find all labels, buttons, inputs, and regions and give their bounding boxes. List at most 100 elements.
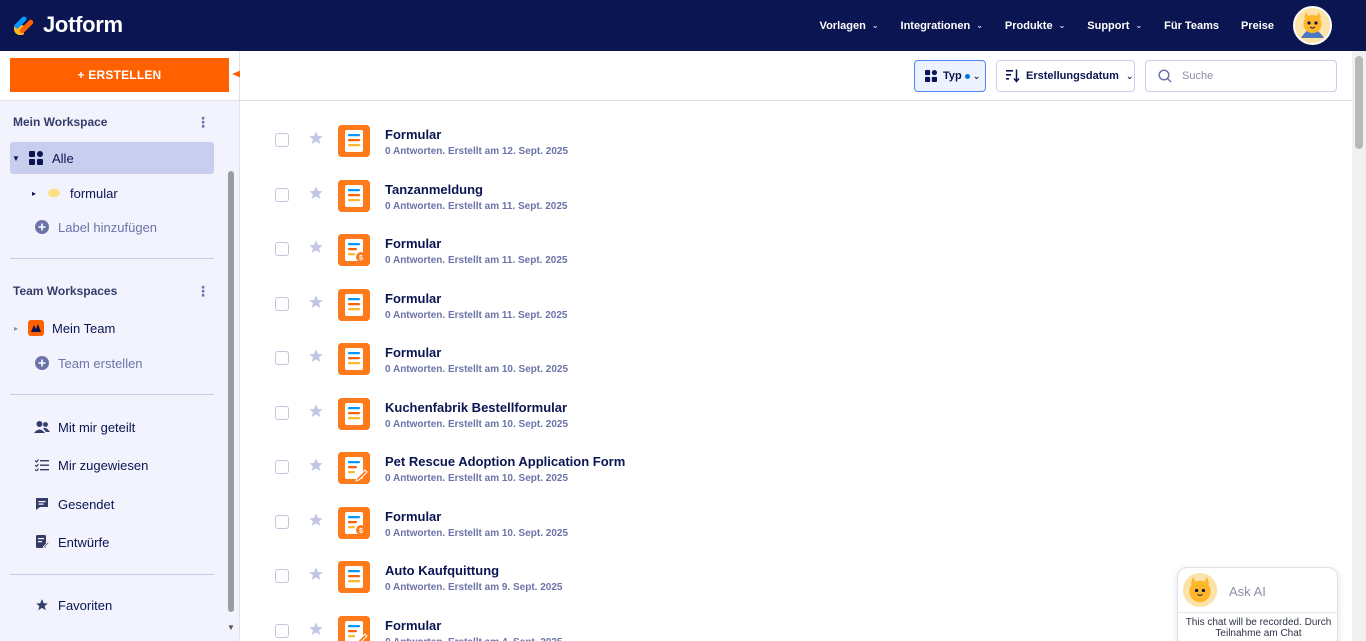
sidebar-scrollbar-thumb[interactable] — [228, 171, 234, 612]
search-input[interactable] — [1182, 70, 1322, 82]
select-checkbox[interactable] — [275, 133, 289, 147]
form-form-icon — [338, 561, 370, 593]
form-title[interactable]: Formular — [385, 291, 441, 306]
select-checkbox[interactable] — [275, 460, 289, 474]
select-checkbox[interactable] — [275, 514, 289, 529]
favorite-star-icon[interactable] — [308, 185, 324, 201]
form-title[interactable]: Formular — [385, 236, 441, 251]
nav-fuer-teams[interactable]: Für Teams — [1164, 20, 1219, 32]
form-list-item[interactable]: Kuchenfabrik Bestellformular 0 Antworten.… — [240, 374, 1352, 430]
form-list-item[interactable]: Formular 0 Antworten. Erstellt am 11. Sep… — [240, 265, 1352, 321]
type-filter-label: Typ — [943, 70, 962, 82]
sidebar-item-label: Alle — [52, 150, 74, 166]
sidebar-item-assigned-to-me[interactable]: Mir zugewiesen — [28, 449, 214, 481]
select-checkbox[interactable] — [275, 569, 289, 583]
sidebar-item-label: Mir zugewiesen — [58, 457, 149, 473]
favorite-star-icon[interactable] — [308, 239, 324, 255]
select-checkbox[interactable] — [275, 296, 289, 311]
divider — [1178, 612, 1337, 613]
page-scrollbar[interactable] — [1352, 51, 1366, 641]
form-form-icon — [338, 343, 370, 375]
sidebar-item-favorites[interactable]: Favoriten — [28, 589, 214, 621]
list-toolbar: Typ ⌄ Erstellungsdatum ⌄ — [240, 51, 1352, 101]
create-area: + ERSTELLEN — [0, 51, 239, 101]
add-label-text: Label hinzufügen — [58, 219, 158, 235]
caret-right-icon[interactable]: ▸ — [10, 324, 22, 333]
top-bar: Jotform Vorlagen ⌄ Integrationen ⌄ Produkt… — [0, 0, 1366, 51]
form-title[interactable]: Auto Kaufquittung — [385, 563, 499, 578]
scroll-down-arrow-icon[interactable]: ▼ — [227, 623, 235, 632]
form-title[interactable]: Formular — [385, 618, 441, 633]
team-workspaces-more-icon[interactable]: ⋮ — [196, 284, 210, 298]
nav-vorlagen[interactable]: Vorlagen ⌄ — [820, 20, 879, 32]
sidebar-item-label: Entwürfe — [58, 534, 110, 550]
caret-down-icon[interactable]: ▼ — [10, 154, 22, 163]
draft-icon — [34, 534, 50, 550]
search-box[interactable] — [1145, 60, 1337, 92]
podo-mascot-icon — [1295, 8, 1330, 43]
divider — [10, 258, 214, 259]
create-team-button[interactable]: Team erstellen — [28, 347, 214, 379]
form-title[interactable]: Formular — [385, 345, 441, 360]
ask-ai-widget[interactable]: Ask AI This chat will be recorded. Durch… — [1177, 567, 1338, 641]
select-checkbox[interactable] — [275, 242, 289, 256]
select-checkbox[interactable] — [275, 405, 289, 420]
my-workspace-title: Mein Workspace — [13, 115, 108, 129]
sidebar-item-alle[interactable]: ▼ Alle — [10, 142, 214, 174]
create-button[interactable]: + ERSTELLEN — [10, 58, 229, 92]
sidebar-item-drafts[interactable]: Entwürfe — [28, 526, 214, 558]
form-list-item[interactable]: Formular 0 Antworten. Erstellt am 12. Sep… — [240, 101, 1352, 157]
brand-name: Jotform — [43, 12, 123, 37]
form-title[interactable]: Pet Rescue Adoption Application Form — [385, 454, 625, 469]
label-tag-icon — [46, 185, 62, 201]
form-list-item[interactable]: Formular 0 Antworten. Erstellt am 10. Sep… — [240, 319, 1352, 375]
payment-form-icon: $ — [338, 234, 370, 266]
sort-button[interactable]: Erstellungsdatum ⌄ — [996, 60, 1135, 92]
form-title[interactable]: Tanzanmeldung — [385, 182, 483, 197]
sidebar-item-sent[interactable]: Gesendet — [28, 488, 214, 520]
form-title[interactable]: Kuchenfabrik Bestellformular — [385, 400, 567, 415]
ai-agent-avatar — [1183, 573, 1217, 607]
form-title[interactable]: Formular — [385, 509, 441, 524]
jotform-logo[interactable]: Jotform — [12, 11, 123, 39]
favorite-star-icon[interactable] — [308, 621, 324, 637]
form-form-icon — [338, 179, 370, 212]
form-list-item[interactable]: Tanzanmeldung 0 Antworten. Erstellt am 11… — [240, 156, 1352, 212]
favorite-star-icon[interactable] — [308, 294, 324, 310]
plus-circle-icon — [34, 355, 50, 371]
favorite-star-icon[interactable] — [308, 130, 324, 146]
team-avatar-icon — [28, 320, 44, 336]
select-checkbox[interactable] — [275, 623, 289, 638]
form-list-item[interactable]: $ Formular 0 Antworten. Erstellt am 11. Se… — [240, 210, 1352, 266]
form-list-item[interactable]: $ Formular 0 Antworten. Erstellt am 10. Se… — [240, 483, 1352, 539]
type-filter-button[interactable]: Typ ⌄ — [914, 60, 986, 92]
chevron-down-icon: ⌄ — [976, 21, 983, 30]
checklist-icon — [34, 457, 50, 473]
favorite-star-icon[interactable] — [308, 512, 324, 528]
nav-preise[interactable]: Preise — [1241, 20, 1274, 32]
select-checkbox[interactable] — [275, 351, 289, 365]
form-list-item[interactable]: Pet Rescue Adoption Application Form 0 An… — [240, 428, 1352, 484]
form-title[interactable]: Formular — [385, 127, 441, 142]
chevron-down-icon: ⌄ — [972, 70, 981, 81]
user-avatar[interactable] — [1293, 6, 1332, 45]
favorite-star-icon[interactable] — [308, 457, 324, 473]
sidebar-item-shared-with-me[interactable]: Mit mir geteilt — [28, 411, 214, 443]
favorite-star-icon[interactable] — [308, 403, 324, 419]
sign-form-icon — [338, 452, 370, 484]
nav-produkte[interactable]: Produkte ⌄ — [1005, 20, 1065, 32]
my-workspace-more-icon[interactable]: ⋮ — [196, 115, 210, 129]
sidebar-item-mein-team[interactable]: ▸ Mein Team — [10, 312, 214, 344]
nav-integrationen[interactable]: Integrationen ⌄ — [901, 20, 983, 32]
grid-apps-icon — [28, 150, 44, 166]
page-scrollbar-thumb[interactable] — [1355, 56, 1363, 149]
caret-right-icon[interactable]: ▸ — [28, 189, 40, 198]
select-checkbox[interactable] — [275, 187, 289, 202]
add-label-button[interactable]: Label hinzufügen — [28, 211, 214, 243]
ask-ai-notice: This chat will be recorded. Durch Teilna… — [1185, 617, 1332, 639]
favorite-star-icon[interactable] — [308, 348, 324, 364]
favorite-star-icon[interactable] — [308, 566, 324, 582]
nav-support[interactable]: Support ⌄ — [1087, 20, 1142, 32]
sidebar-item-formular[interactable]: ▸ formular — [28, 177, 214, 209]
create-team-text: Team erstellen — [58, 355, 143, 371]
